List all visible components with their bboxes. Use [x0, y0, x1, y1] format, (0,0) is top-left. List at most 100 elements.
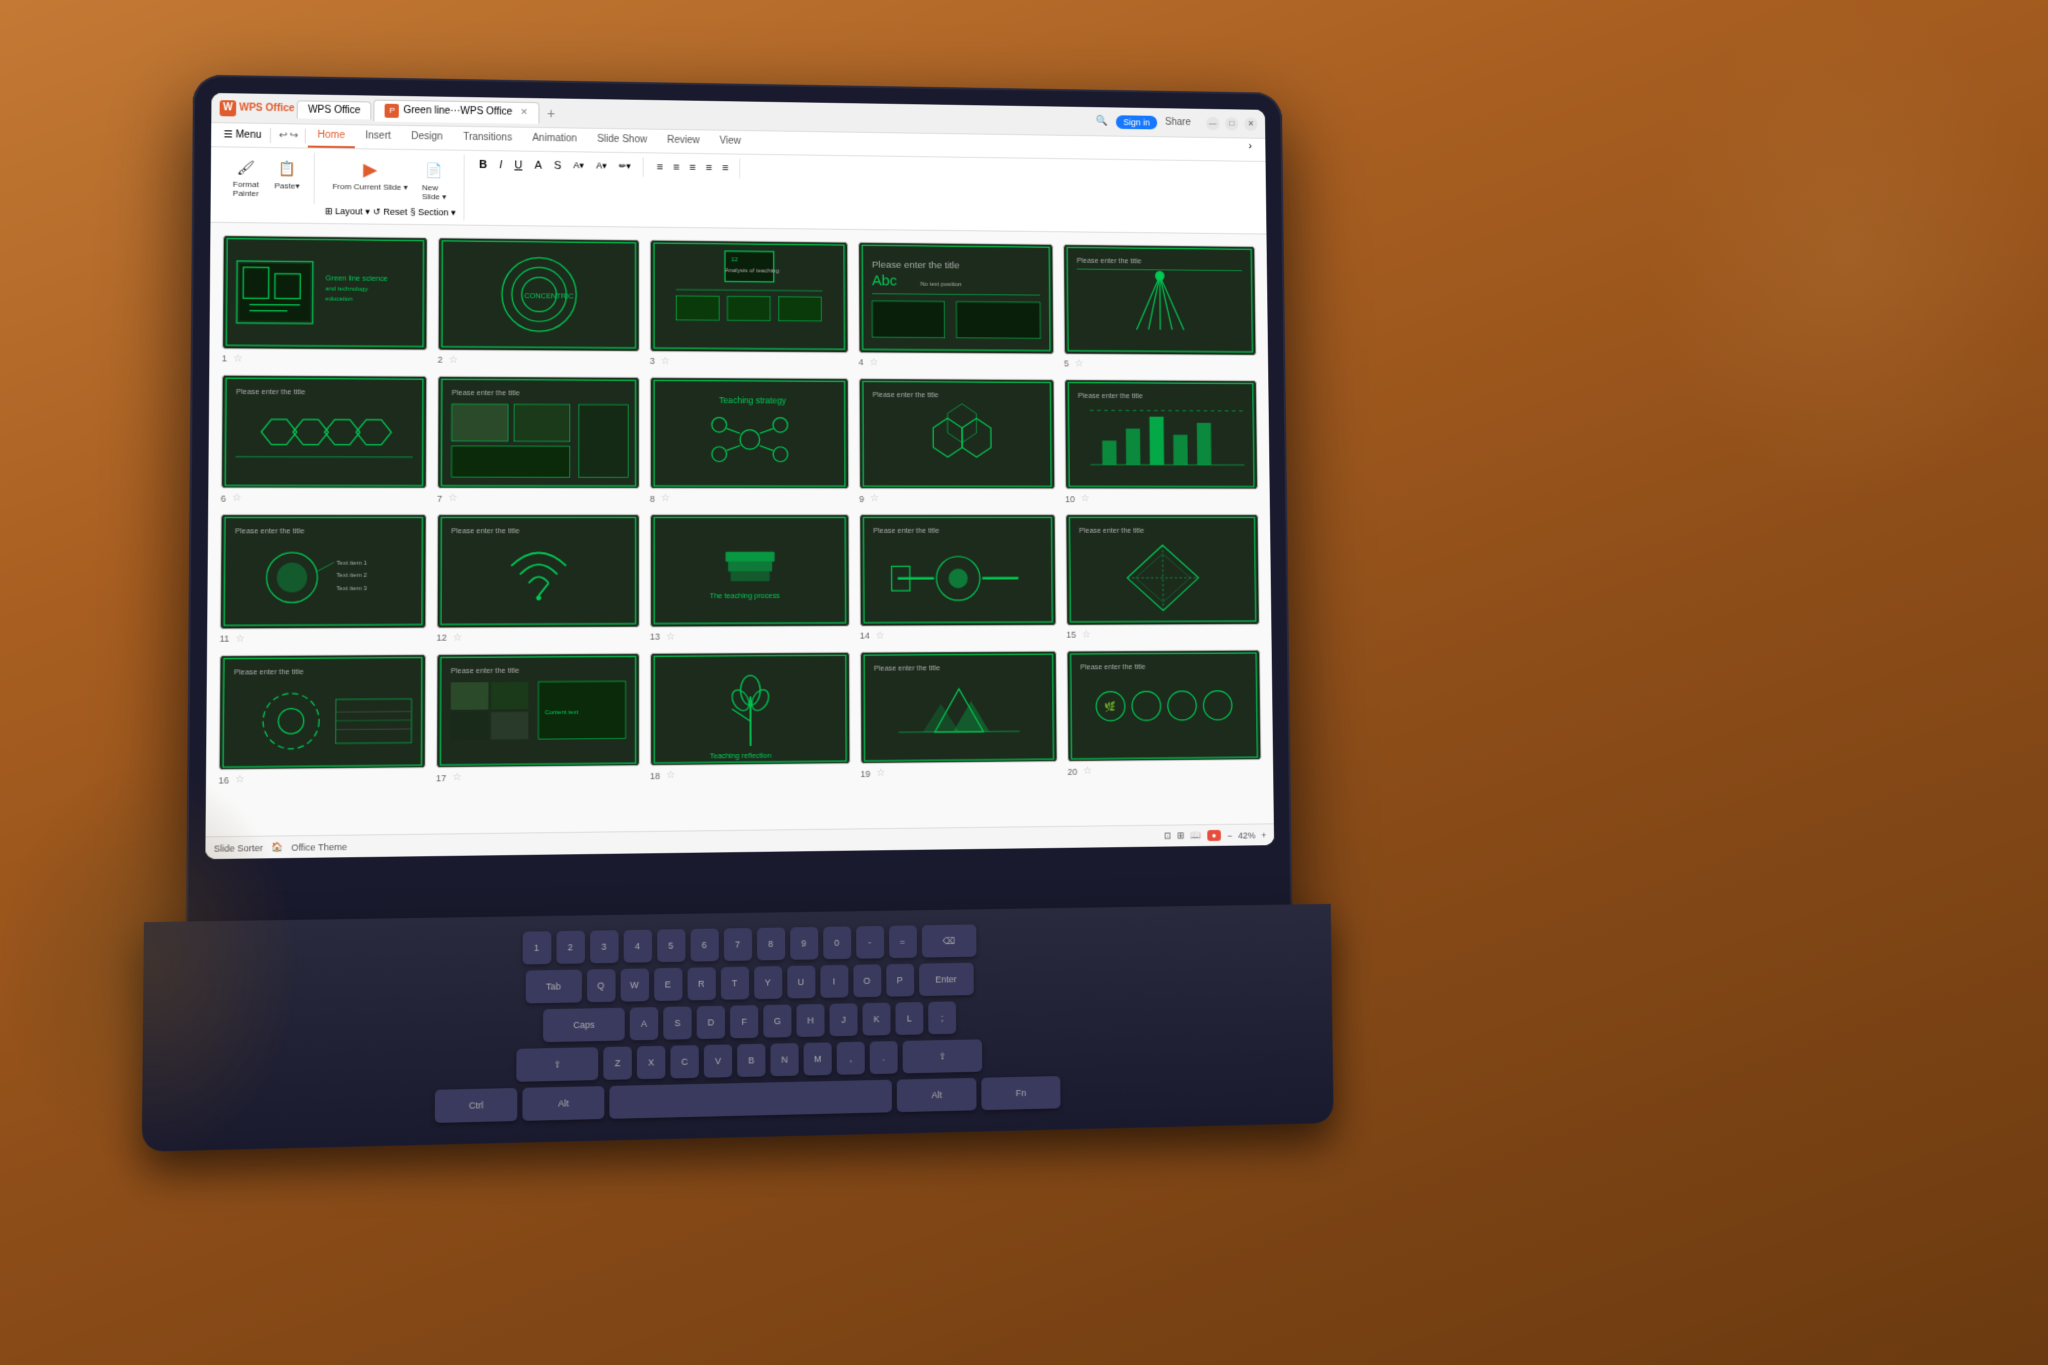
- key-tab[interactable]: Tab: [525, 970, 581, 1004]
- slide-star-20[interactable]: ☆: [1083, 766, 1092, 777]
- key-comma[interactable]: ,: [837, 1042, 865, 1075]
- redo-button[interactable]: ↪: [290, 130, 299, 141]
- font-size-down-button[interactable]: A▾: [592, 159, 611, 174]
- slide-star-12[interactable]: ☆: [453, 632, 462, 643]
- tab-slideshow[interactable]: Slide Show: [587, 129, 657, 153]
- justify-button[interactable]: ≡: [703, 160, 715, 176]
- slide-item-17[interactable]: Please enter the title Content text: [436, 652, 640, 783]
- slide-item-11[interactable]: Please enter the title Text item 1 Text …: [220, 514, 427, 644]
- key-a[interactable]: A: [630, 1007, 658, 1040]
- tab-home[interactable]: Home: [307, 125, 355, 149]
- key-e[interactable]: E: [654, 968, 682, 1001]
- ribbon-expand-button[interactable]: ›: [1243, 138, 1258, 160]
- reading-view-button[interactable]: 📖: [1190, 830, 1201, 841]
- tab-green-line[interactable]: P Green line···WPS Office ✕: [374, 99, 539, 123]
- slide-item-1[interactable]: Green line science and technology educat…: [222, 235, 428, 365]
- slide-item-14[interactable]: Please enter the title 14: [859, 514, 1056, 641]
- slide-thumb-2[interactable]: CONCENTRIC: [438, 237, 640, 351]
- key-g[interactable]: G: [763, 1005, 791, 1038]
- key-alt-right[interactable]: Alt: [897, 1078, 977, 1112]
- slide-star-7[interactable]: ☆: [448, 493, 457, 504]
- key-l[interactable]: L: [895, 1002, 923, 1035]
- key-caps[interactable]: Caps: [543, 1008, 625, 1042]
- tab-transitions[interactable]: Transitions: [453, 127, 522, 151]
- slide-thumb-16[interactable]: Please enter the title: [219, 654, 427, 771]
- slide-thumb-19[interactable]: Please enter the title: [860, 650, 1058, 764]
- slide-thumb-6[interactable]: Please enter the title: [221, 374, 427, 489]
- sign-in-button[interactable]: Sign in: [1116, 115, 1158, 129]
- slide-thumb-5[interactable]: Please enter the title: [1063, 244, 1257, 355]
- slide-star-9[interactable]: ☆: [870, 493, 879, 504]
- key-shift-left[interactable]: ⇧: [516, 1047, 598, 1082]
- italic-button[interactable]: I: [495, 157, 506, 173]
- add-tab-button[interactable]: +: [541, 105, 561, 121]
- slide-thumb-3[interactable]: 12 Analysis of teaching: [650, 240, 849, 353]
- zoom-in-button[interactable]: +: [1261, 830, 1266, 840]
- key-shift-right[interactable]: ⇧: [903, 1039, 983, 1073]
- slide-star-16[interactable]: ☆: [235, 774, 244, 785]
- slide-thumb-14[interactable]: Please enter the title: [859, 514, 1056, 626]
- key-ctrl[interactable]: Ctrl: [435, 1088, 518, 1123]
- key-enter[interactable]: Enter: [919, 963, 974, 996]
- slide-star-10[interactable]: ☆: [1081, 493, 1090, 504]
- text-effect-button[interactable]: ✏▾: [615, 159, 635, 174]
- key-p[interactable]: P: [886, 964, 914, 997]
- key-semi[interactable]: ;: [928, 1001, 956, 1034]
- key-f[interactable]: F: [730, 1005, 758, 1038]
- key-d[interactable]: D: [697, 1006, 725, 1039]
- slide-thumb-8[interactable]: Teaching strategy: [650, 376, 849, 489]
- slide-star-2[interactable]: ☆: [449, 354, 458, 365]
- slide-thumb-15[interactable]: Please enter the title: [1065, 514, 1260, 625]
- key-m[interactable]: M: [804, 1042, 832, 1075]
- key-4[interactable]: 4: [623, 930, 651, 963]
- key-1[interactable]: 1: [522, 931, 551, 964]
- key-0[interactable]: 0: [823, 926, 851, 959]
- slide-item-16[interactable]: Please enter the title: [218, 654, 426, 786]
- tab-animation[interactable]: Animation: [522, 128, 587, 152]
- maximize-button[interactable]: □: [1225, 116, 1239, 130]
- key-2[interactable]: 2: [556, 931, 585, 964]
- reset-button[interactable]: ↺ Reset: [373, 207, 407, 218]
- paste-button[interactable]: 📋 Paste▾: [268, 154, 305, 193]
- key-x[interactable]: X: [637, 1046, 665, 1079]
- slide-star-4[interactable]: ☆: [869, 357, 878, 368]
- key-t[interactable]: T: [720, 967, 748, 1000]
- slide-item-12[interactable]: Please enter the title: [437, 514, 640, 643]
- key-v[interactable]: V: [704, 1044, 732, 1077]
- key-j[interactable]: J: [830, 1003, 858, 1036]
- key-9[interactable]: 9: [790, 927, 818, 960]
- key-o[interactable]: O: [853, 964, 881, 997]
- tab-insert[interactable]: Insert: [355, 125, 401, 149]
- slide-star-8[interactable]: ☆: [661, 493, 670, 504]
- key-b[interactable]: B: [737, 1044, 765, 1077]
- slide-item-18[interactable]: Teaching reflection 18 ☆: [650, 651, 851, 781]
- slide-star-3[interactable]: ☆: [661, 356, 670, 367]
- key-k[interactable]: K: [862, 1003, 890, 1036]
- key-backspace[interactable]: ⌫: [921, 924, 976, 957]
- key-7[interactable]: 7: [723, 928, 751, 961]
- key-space[interactable]: [609, 1080, 892, 1119]
- slide-star-17[interactable]: ☆: [452, 772, 461, 783]
- slide-thumb-12[interactable]: Please enter the title: [437, 514, 640, 628]
- tab-review[interactable]: Review: [657, 130, 710, 153]
- slide-star-18[interactable]: ☆: [666, 770, 675, 781]
- slide-item-15[interactable]: Please enter the title 15: [1065, 514, 1260, 640]
- key-s[interactable]: S: [663, 1006, 691, 1039]
- font-color-button[interactable]: A: [530, 158, 545, 174]
- slide-item-19[interactable]: Please enter the title 19: [860, 650, 1058, 779]
- key-r[interactable]: R: [687, 967, 715, 1000]
- key-i[interactable]: I: [820, 965, 848, 998]
- tab-wps-office[interactable]: WPS Office: [297, 100, 372, 119]
- slide-item-13[interactable]: The teaching process 13 ☆: [650, 514, 850, 642]
- section-button[interactable]: § Section ▾: [410, 207, 455, 219]
- format-painter-button[interactable]: 🖌 FormatPainter: [227, 153, 264, 200]
- slide-star-6[interactable]: ☆: [232, 493, 241, 504]
- key-q[interactable]: Q: [587, 969, 616, 1002]
- align-center-button[interactable]: ≡: [670, 160, 682, 176]
- menu-button[interactable]: ☰ Menu: [224, 129, 262, 141]
- tab-close-icon[interactable]: ✕: [520, 107, 528, 118]
- key-alt[interactable]: Alt: [522, 1086, 604, 1121]
- slide-thumb-10[interactable]: Please enter the title: [1064, 379, 1258, 490]
- align-right-button[interactable]: ≡: [686, 160, 698, 176]
- key-fn[interactable]: Fn: [981, 1076, 1060, 1110]
